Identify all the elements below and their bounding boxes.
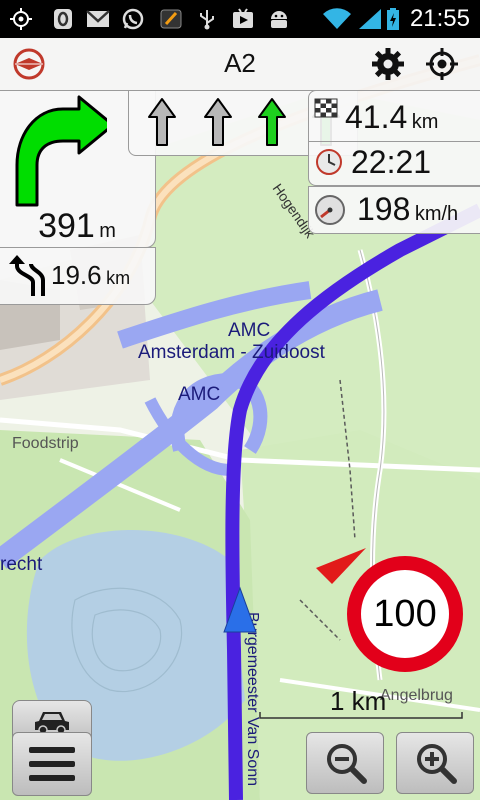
remaining-distance-value: 41.4 xyxy=(345,99,408,135)
turn-distance-unit: m xyxy=(99,220,116,242)
zoom-out-button[interactable] xyxy=(306,732,384,794)
lane-straight-inactive-icon xyxy=(204,98,232,146)
play-store-icon xyxy=(233,8,253,28)
settings-gear-icon[interactable] xyxy=(370,46,406,82)
zoom-in-button[interactable] xyxy=(396,732,474,794)
gmail-icon xyxy=(86,10,110,27)
usb-icon xyxy=(200,10,214,30)
lane-straight-inactive-icon xyxy=(148,98,176,146)
finish-flag-icon xyxy=(314,98,338,118)
my-location-icon[interactable] xyxy=(424,46,460,82)
map-label-place: Foodstrip xyxy=(12,435,79,452)
map-label-district: Amsterdam - Zuidoost xyxy=(138,342,326,363)
remaining-distance-unit: km xyxy=(411,111,439,133)
zoom-out-icon xyxy=(327,744,367,784)
whatsapp-icon xyxy=(122,8,144,30)
remaining-distance-panel[interactable]: 41.4 km xyxy=(308,90,480,142)
menu-button[interactable] xyxy=(12,732,92,796)
map-label-street: Burgemeester Van Sonn xyxy=(244,612,261,786)
wifi-icon xyxy=(323,8,351,29)
second-turn-distance-value: 19.6 xyxy=(51,260,102,290)
map-label-amc: AMC xyxy=(228,320,270,341)
map-label-road: recht xyxy=(0,554,43,575)
clock-time: 21:55 xyxy=(409,5,470,32)
app-icon xyxy=(160,9,182,29)
keep-left-icon xyxy=(9,255,45,296)
turn-distance-value: 391 xyxy=(38,207,95,245)
battery-icon xyxy=(387,8,399,30)
map-label-place: Angelbrug xyxy=(380,687,453,704)
turn-right-arrow-icon xyxy=(15,95,107,207)
second-turn-panel[interactable]: 19.6 km xyxy=(0,247,156,305)
clock-icon xyxy=(316,149,342,175)
speed-limit-value: 100 xyxy=(373,592,437,635)
signal-icon xyxy=(359,9,381,29)
speed-panel[interactable]: 198 km/h xyxy=(308,186,480,234)
speedometer-icon xyxy=(315,195,345,225)
top-bar: A2 xyxy=(0,38,480,91)
menu-icon xyxy=(29,747,75,781)
arrival-time-value: 22:21 xyxy=(351,144,432,180)
speed-unit: km/h xyxy=(414,203,459,225)
speed-value: 198 xyxy=(357,191,411,227)
current-road-name: A2 xyxy=(224,48,256,78)
speed-limit-sign: 100 xyxy=(347,556,463,672)
second-turn-distance-unit: km xyxy=(106,268,131,288)
notification-icon xyxy=(54,9,72,29)
lane-straight-active-icon xyxy=(258,98,286,146)
arrival-time-panel[interactable]: 22:21 xyxy=(308,141,480,186)
scale-label: 1 km xyxy=(330,686,387,716)
zoom-in-icon xyxy=(417,744,457,784)
android-icon xyxy=(271,11,287,28)
gps-icon xyxy=(10,8,32,30)
status-bar: 21:55 xyxy=(0,0,480,38)
map-label-amc: AMC xyxy=(178,384,220,405)
